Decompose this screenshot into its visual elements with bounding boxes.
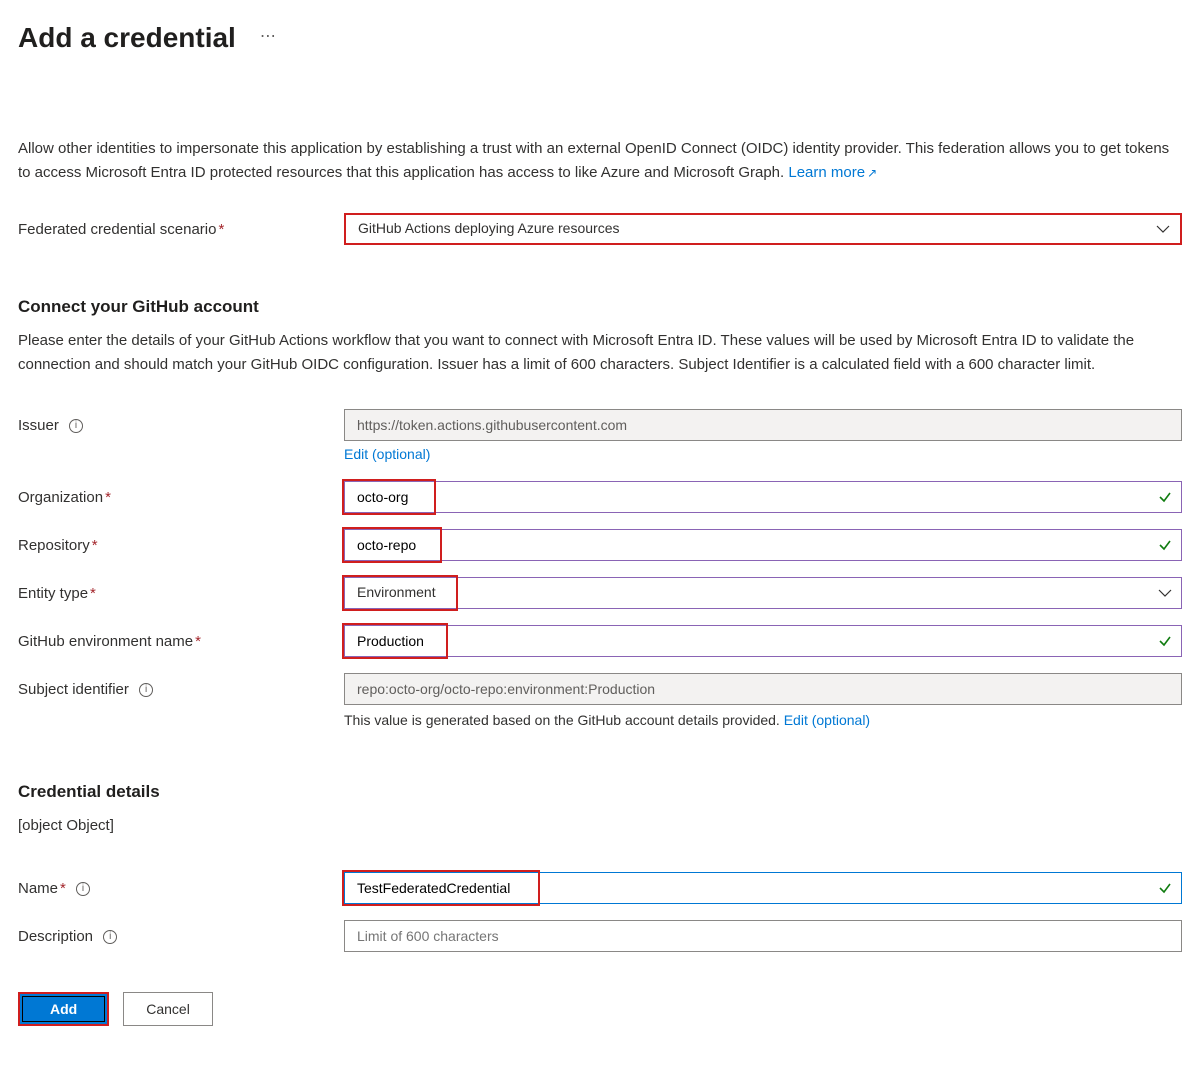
required-indicator: * (195, 633, 201, 650)
name-label: Name* i (18, 872, 344, 899)
required-indicator: * (90, 585, 96, 602)
chevron-down-icon (1158, 589, 1172, 597)
subject-helper: This value is generated based on the Git… (344, 711, 1182, 731)
check-icon (1158, 634, 1172, 648)
info-icon[interactable]: i (139, 683, 153, 697)
credential-description: [object Object] (18, 814, 1182, 838)
repository-label: Repository* (18, 529, 344, 556)
check-icon (1158, 538, 1172, 552)
entity-type-label: Entity type* (18, 577, 344, 604)
page-title: Add a credential (18, 18, 236, 57)
name-input[interactable] (344, 872, 1182, 904)
github-description: Please enter the details of your GitHub … (18, 329, 1182, 377)
subject-edit-link[interactable]: Edit (optional) (784, 712, 870, 728)
chevron-down-icon (1156, 225, 1170, 233)
organization-label: Organization* (18, 481, 344, 508)
entity-type-dropdown[interactable]: Environment (344, 577, 1182, 609)
info-icon[interactable]: i (76, 882, 90, 896)
required-indicator: * (218, 221, 224, 238)
subject-label: Subject identifier i (18, 673, 344, 700)
intro-body: Allow other identities to impersonate th… (18, 140, 1169, 181)
scenario-value: GitHub Actions deploying Azure resources (358, 219, 619, 239)
env-name-label: GitHub environment name* (18, 625, 344, 652)
info-icon[interactable]: i (103, 930, 117, 944)
check-icon (1158, 490, 1172, 504)
organization-input[interactable] (344, 481, 1182, 513)
subject-input (344, 673, 1182, 705)
add-button[interactable]: Add (18, 992, 109, 1026)
description-label: Description i (18, 920, 344, 947)
intro-text: Allow other identities to impersonate th… (18, 137, 1182, 185)
learn-more-link[interactable]: Learn more↗ (788, 164, 877, 181)
check-icon (1158, 881, 1172, 895)
cancel-button[interactable]: Cancel (123, 992, 213, 1026)
scenario-label: Federated credential scenario* (18, 213, 344, 240)
required-indicator: * (92, 537, 98, 554)
github-heading: Connect your GitHub account (18, 295, 1182, 319)
issuer-edit-link[interactable]: Edit (optional) (344, 445, 430, 465)
more-actions-icon[interactable]: ⋯ (260, 26, 278, 48)
scenario-dropdown[interactable]: GitHub Actions deploying Azure resources (344, 213, 1182, 245)
entity-type-value: Environment (357, 583, 436, 603)
issuer-label: Issuer i (18, 409, 344, 436)
env-name-input[interactable] (344, 625, 1182, 657)
issuer-input (344, 409, 1182, 441)
info-icon[interactable]: i (69, 419, 83, 433)
external-link-icon: ↗ (867, 166, 877, 180)
required-indicator: * (105, 489, 111, 506)
credential-heading: Credential details (18, 780, 1182, 804)
required-indicator: * (60, 880, 66, 897)
description-input[interactable] (344, 920, 1182, 952)
repository-input[interactable] (344, 529, 1182, 561)
